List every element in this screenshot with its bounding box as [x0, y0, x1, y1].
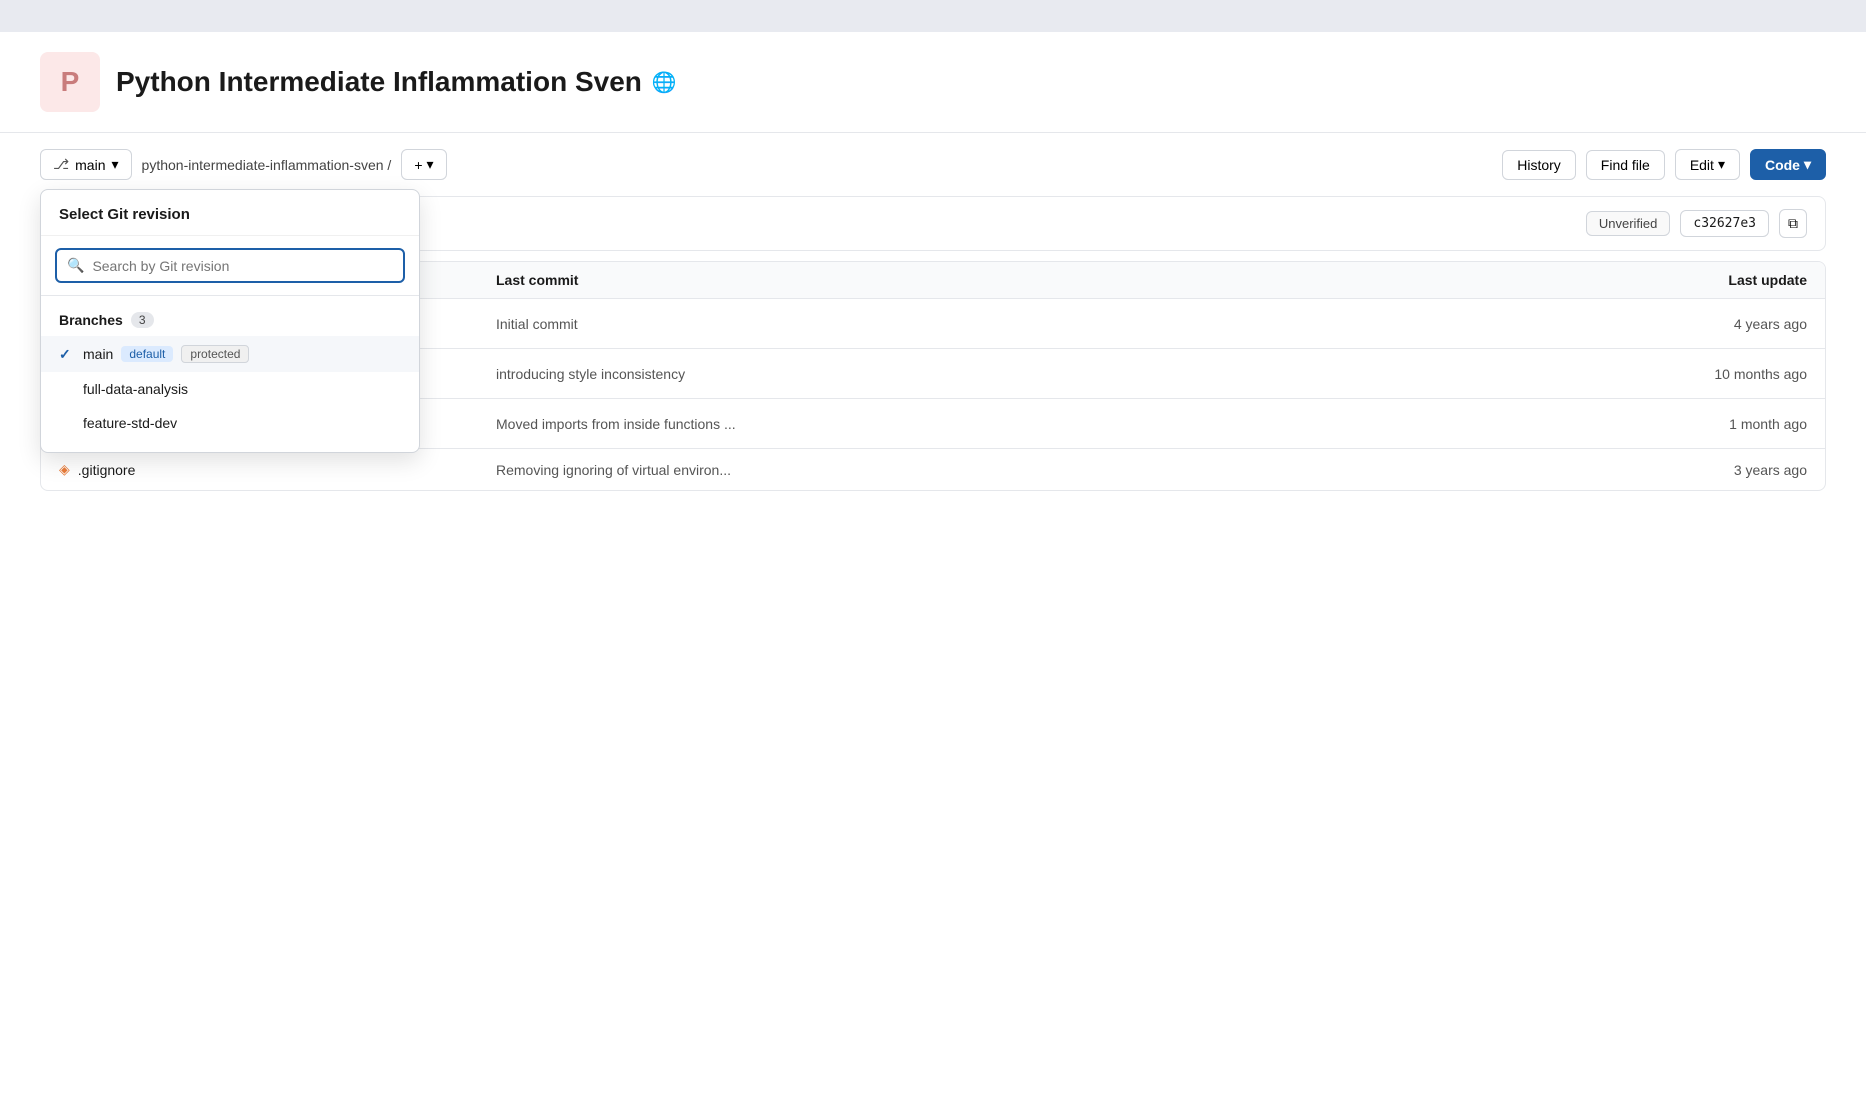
branch-name: main — [75, 157, 105, 173]
edit-chevron-icon: ▾ — [1718, 156, 1725, 173]
col-last-commit-header: Last commit — [496, 272, 1370, 288]
edit-button[interactable]: Edit ▾ — [1675, 149, 1740, 180]
find-file-button[interactable]: Find file — [1586, 150, 1665, 180]
repo-title-row: Python Intermediate Inflammation Sven 🌐 — [116, 66, 677, 98]
search-icon: 🔍 — [67, 257, 84, 274]
commit-msg: Moved imports from inside functions ... — [496, 416, 1370, 432]
add-icon: + — [414, 157, 422, 173]
branch-icon: ⎇ — [53, 156, 69, 173]
globe-icon[interactable]: 🌐 — [652, 70, 677, 95]
add-chevron-icon: ▾ — [427, 156, 434, 173]
copy-hash-button[interactable]: ⧉ — [1779, 209, 1807, 238]
search-row: 🔍 — [41, 236, 419, 296]
branch-item-name: main — [83, 346, 113, 362]
commit-right: Unverified c32627e3 ⧉ — [1586, 209, 1807, 238]
last-update: 4 years ago — [1370, 316, 1807, 332]
last-update: 10 months ago — [1370, 366, 1807, 382]
file-name-gitignore[interactable]: ◈ .gitignore — [59, 461, 496, 478]
branch-item-full-data-analysis[interactable]: full-data-analysis — [41, 372, 419, 406]
add-file-button[interactable]: + ▾ — [401, 149, 446, 180]
branch-dropdown: Select Git revision 🔍 Branches 3 ✓ main … — [40, 189, 420, 453]
branch-item-name: full-data-analysis — [83, 381, 188, 397]
search-box: 🔍 — [55, 248, 405, 283]
last-update: 1 month ago — [1370, 416, 1807, 432]
breadcrumb-path: python-intermediate-inflammation-sven / — [142, 157, 392, 173]
git-revision-search-input[interactable] — [92, 258, 393, 274]
branches-label: Branches 3 — [41, 308, 419, 336]
dropdown-title: Select Git revision — [41, 190, 419, 236]
commit-hash: c32627e3 — [1680, 210, 1769, 237]
check-icon: ✓ — [59, 346, 75, 363]
toolbar: ⎇ main ▾ python-intermediate-inflammatio… — [0, 133, 1866, 196]
code-chevron-icon: ▾ — [1804, 156, 1811, 173]
branch-item-main[interactable]: ✓ main default protected — [41, 336, 419, 372]
protected-badge: protected — [181, 345, 249, 363]
branches-section: Branches 3 ✓ main default protected full… — [41, 296, 419, 452]
repo-header: P Python Intermediate Inflammation Sven … — [0, 32, 1866, 133]
repo-title: Python Intermediate Inflammation Sven — [116, 66, 642, 98]
file-icon: ◈ — [59, 461, 70, 478]
commit-msg: introducing style inconsistency — [496, 366, 1370, 382]
history-button[interactable]: History — [1502, 150, 1576, 180]
code-button[interactable]: Code ▾ — [1750, 149, 1826, 180]
repo-avatar: P — [40, 52, 100, 112]
branch-item-name: feature-std-dev — [83, 415, 177, 431]
commit-msg: Initial commit — [496, 316, 1370, 332]
branch-selector-button[interactable]: ⎇ main ▾ — [40, 149, 132, 180]
table-row: ◈ .gitignore Removing ignoring of virtua… — [41, 449, 1825, 490]
commit-msg: Removing ignoring of virtual environ... — [496, 462, 1370, 478]
col-last-update-header: Last update — [1370, 272, 1807, 288]
default-badge: default — [121, 346, 173, 362]
last-update: 3 years ago — [1370, 462, 1807, 478]
top-bar — [0, 0, 1866, 32]
branch-chevron-icon: ▾ — [112, 156, 119, 173]
branch-item-feature-std-dev[interactable]: feature-std-dev — [41, 406, 419, 440]
branch-count-badge: 3 — [131, 312, 154, 328]
unverified-badge: Unverified — [1586, 211, 1671, 236]
